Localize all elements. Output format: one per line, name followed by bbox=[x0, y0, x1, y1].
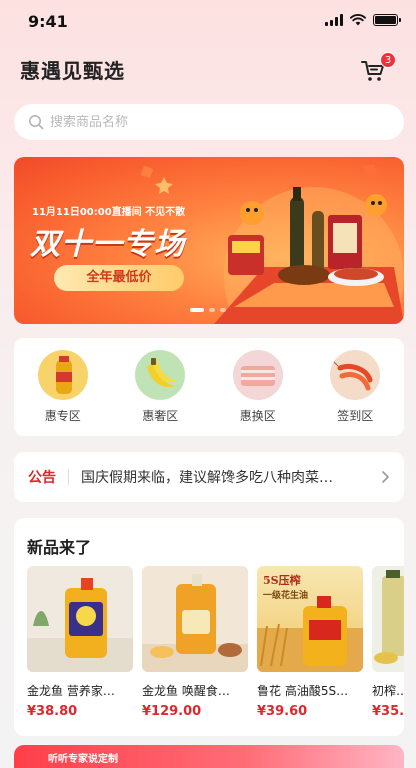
oil-bottle-icon bbox=[37, 350, 88, 400]
notice-divider bbox=[68, 469, 69, 485]
notice-bar[interactable]: 公告 国庆假期来临，建议解馋多吃八种肉菜… bbox=[14, 452, 404, 502]
banner-subtitle: 11月11日00:00直播间 不见不散 bbox=[32, 207, 186, 218]
banner-dot bbox=[220, 308, 226, 312]
battery-icon bbox=[373, 14, 401, 26]
shrimp-icon bbox=[330, 350, 381, 400]
new-products-card: 新品来了 金龙鱼 营养家… ¥38.80 金龙鱼 唤醒食… ¥129.00 5S… bbox=[14, 518, 404, 736]
notice-tag: 公告 bbox=[28, 470, 56, 486]
section-title: 新品来了 bbox=[27, 538, 92, 557]
search-input[interactable] bbox=[50, 114, 370, 130]
category-label: 惠奢区 bbox=[142, 409, 179, 423]
product-name: 初榨… bbox=[372, 684, 404, 698]
product-price: ¥38.80 bbox=[27, 704, 78, 719]
product-price: ¥39.60 bbox=[257, 704, 308, 719]
banner-pill: 全年最低价 bbox=[54, 265, 184, 291]
product-price: ¥129.00 bbox=[142, 704, 202, 719]
search-icon bbox=[29, 115, 44, 130]
category-item-hui-she[interactable]: 惠奢区 bbox=[125, 350, 195, 436]
product-image bbox=[372, 566, 404, 672]
page-title: 惠遇见甄选 bbox=[20, 59, 125, 83]
banner-pagination bbox=[190, 308, 226, 312]
banner-dot bbox=[190, 308, 204, 312]
product-price: ¥35.0 bbox=[372, 704, 404, 719]
status-time: 9:41 bbox=[28, 12, 68, 31]
chevron-right-icon bbox=[382, 471, 389, 483]
wifi-icon bbox=[350, 14, 366, 26]
cart-button[interactable]: 3 bbox=[360, 52, 396, 86]
product-card[interactable]: 5S压榨 一级花生油 鲁花 高油酸5S… ¥39.60 bbox=[257, 566, 363, 719]
banner-dot bbox=[209, 308, 215, 312]
category-label: 惠换区 bbox=[239, 409, 276, 423]
category-label: 签到区 bbox=[337, 409, 374, 423]
status-icons bbox=[325, 14, 401, 26]
product-card[interactable]: 初榨… ¥35.0 bbox=[372, 566, 404, 719]
pork-belly-icon bbox=[232, 350, 283, 400]
signal-icon bbox=[325, 14, 343, 26]
bottom-promo-banner[interactable]: 听听专家说定制 bbox=[14, 745, 404, 768]
product-name: 鲁花 高油酸5S… bbox=[257, 684, 349, 698]
notice-text: 国庆假期来临，建议解馋多吃八种肉菜… bbox=[81, 470, 333, 486]
banner-title: 双十一专场 bbox=[30, 227, 185, 262]
search-bar[interactable] bbox=[14, 104, 404, 140]
product-name: 金龙鱼 唤醒食… bbox=[142, 684, 230, 698]
banana-icon bbox=[135, 350, 186, 400]
bottom-banner-text: 听听专家说定制 bbox=[48, 754, 118, 765]
product-image bbox=[142, 566, 248, 672]
product-image: 5S压榨 一级花生油 bbox=[257, 566, 363, 672]
product-card[interactable]: 金龙鱼 唤醒食… ¥129.00 bbox=[142, 566, 248, 719]
product-image bbox=[27, 566, 133, 672]
header: 惠遇见甄选 3 bbox=[20, 52, 400, 88]
category-label: 惠专区 bbox=[44, 409, 81, 423]
category-item-hui-zhuan[interactable]: 惠专区 bbox=[28, 350, 98, 436]
product-image-text: 一级花生油 bbox=[263, 591, 309, 601]
category-item-qian-dao[interactable]: 签到区 bbox=[320, 350, 390, 436]
category-item-hui-huan[interactable]: 惠换区 bbox=[223, 350, 293, 436]
product-row: 金龙鱼 营养家… ¥38.80 金龙鱼 唤醒食… ¥129.00 5S压榨 一级… bbox=[27, 566, 404, 719]
product-name: 金龙鱼 营养家… bbox=[27, 684, 115, 698]
category-card: 惠专区 惠奢区 惠换区 签到区 bbox=[14, 338, 404, 436]
cart-badge: 3 bbox=[380, 52, 396, 68]
product-image-text: 5S压榨 bbox=[263, 574, 301, 587]
product-card[interactable]: 金龙鱼 营养家… ¥38.80 bbox=[27, 566, 133, 719]
status-bar: 9:41 bbox=[0, 0, 416, 44]
promo-banner[interactable]: 11月11日00:00直播间 不见不散 双十一专场 全年最低价 bbox=[14, 157, 404, 324]
